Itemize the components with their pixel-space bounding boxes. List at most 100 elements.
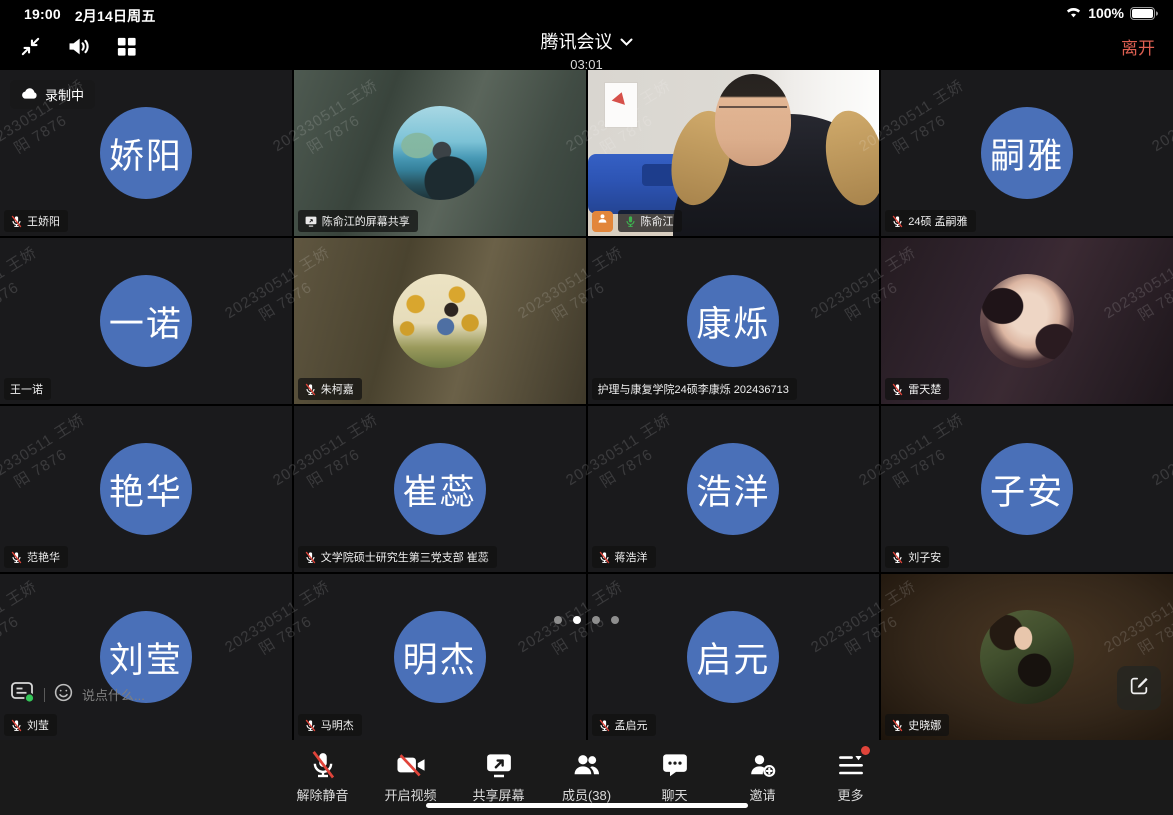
name-label: 刘莹 <box>4 714 57 736</box>
meeting-title-button[interactable]: 腾讯会议 <box>541 28 633 54</box>
participant-label-row: 王一诺 <box>4 378 51 400</box>
recording-badge: 录制中 <box>10 80 95 109</box>
toolbar-members-button[interactable]: 成员(38) <box>558 749 616 804</box>
profile-photo <box>980 274 1074 368</box>
participant-name: 陈俞江的屏幕共享 <box>322 213 410 229</box>
toolbar-chat-button[interactable]: 聊天 <box>646 749 704 804</box>
toolbar-start-video-button[interactable]: 开启视频 <box>382 749 440 804</box>
chat-input-bar[interactable]: 说点什么... <box>10 681 145 708</box>
status-bar: 19:00 2月14日周五 100% <box>0 0 1173 26</box>
recording-label: 录制中 <box>45 85 84 104</box>
host-badge <box>592 211 613 232</box>
participant-name: 马明杰 <box>321 717 354 733</box>
participant-tile[interactable]: 浩洋蒋浩洋 <box>588 406 880 572</box>
mic-off-small-icon <box>304 383 317 396</box>
participant-name: 王一诺 <box>10 381 43 397</box>
participant-name: 24硕 孟嗣雅 <box>908 213 967 229</box>
participant-tile[interactable]: 雷天楚 <box>881 238 1173 404</box>
toolbar-label: 成员(38) <box>562 785 611 804</box>
mic-off-small-icon <box>891 719 904 732</box>
name-label: 王一诺 <box>4 378 51 400</box>
chat-input-placeholder[interactable]: 说点什么... <box>82 685 145 704</box>
mic-off-small-icon <box>891 215 904 228</box>
participant-label-row: 蒋浩洋 <box>592 546 656 568</box>
meeting-title: 腾讯会议 <box>541 28 613 54</box>
participant-label-row: 陈俞江的屏幕共享 <box>298 210 418 232</box>
camera-off-icon <box>395 749 427 781</box>
participant-label-row: 护理与康复学院24硕李康烁 202436713 <box>592 378 797 400</box>
wifi-icon <box>1065 5 1082 21</box>
toolbar-share-screen-button[interactable]: 共享屏幕 <box>470 749 528 804</box>
participant-tile[interactable]: 刘莹刘莹说点什么... <box>0 574 292 740</box>
mic-off-small-icon <box>10 551 23 564</box>
emoji-icon[interactable] <box>53 682 74 708</box>
participant-name: 刘莹 <box>27 717 49 733</box>
avatar: 启元 <box>687 611 779 703</box>
participant-name: 蒋浩洋 <box>615 549 648 565</box>
participant-tile[interactable]: 子安刘子安 <box>881 406 1173 572</box>
cloud-icon <box>21 87 38 102</box>
avatar: 艳华 <box>100 443 192 535</box>
chevron-down-icon <box>620 31 633 52</box>
avatar-text: 嗣雅 <box>990 128 1064 179</box>
avatar: 康烁 <box>687 275 779 367</box>
participant-label-row: 朱柯嘉 <box>298 378 362 400</box>
name-label: 马明杰 <box>298 714 362 736</box>
more-icon <box>835 749 867 781</box>
participant-name: 孟启元 <box>615 717 648 733</box>
name-label: 陈俞江 <box>618 210 682 232</box>
screen-share-small-icon <box>304 215 318 228</box>
meeting-header: 腾讯会议 03:01 离开 <box>0 26 1173 70</box>
participant-label-row: 文学院硕士研究生第三党支部 崔蕊 <box>298 546 497 568</box>
person-glasses <box>719 106 787 124</box>
name-label: 王娇阳 <box>4 210 68 232</box>
participant-tile[interactable]: 崔蕊文学院硕士研究生第三党支部 崔蕊 <box>294 406 586 572</box>
participant-tile[interactable]: 朱柯嘉 <box>294 238 586 404</box>
annotation-button[interactable] <box>1117 666 1161 710</box>
participant-tile[interactable]: 启元孟启元 <box>588 574 880 740</box>
participant-name: 护理与康复学院24硕李康烁 202436713 <box>598 381 789 397</box>
avatar-text: 一诺 <box>109 296 183 347</box>
toolbar-more-button[interactable]: 更多 <box>822 749 880 804</box>
participant-tile[interactable]: 明杰马明杰 <box>294 574 586 740</box>
wall-picture <box>604 82 638 128</box>
danmaku-toggle-icon[interactable] <box>10 681 36 708</box>
participant-tile[interactable]: 史晓娜 <box>881 574 1173 740</box>
mic-off-small-icon <box>598 551 611 564</box>
mic-off-small-icon <box>891 383 904 396</box>
participant-label-row: 雷天楚 <box>885 378 949 400</box>
avatar: 明杰 <box>394 611 486 703</box>
name-label: 文学院硕士研究生第三党支部 崔蕊 <box>298 546 497 568</box>
mic-on-small-icon <box>624 215 637 228</box>
toolbar-label: 聊天 <box>661 785 687 804</box>
participant-label-row: 史晓娜 <box>885 714 949 736</box>
avatar-text: 启元 <box>696 632 770 683</box>
participant-tile[interactable]: 一诺王一诺 <box>0 238 292 404</box>
participant-name: 刘子安 <box>908 549 941 565</box>
name-label: 护理与康复学院24硕李康烁 202436713 <box>592 378 797 400</box>
participant-tile[interactable]: 陈俞江 <box>588 70 880 236</box>
toolbar-invite-button[interactable]: 邀请 <box>734 749 792 804</box>
home-indicator[interactable] <box>426 803 748 808</box>
participant-tile[interactable]: 陈俞江的屏幕共享 <box>294 70 586 236</box>
avatar-text: 浩洋 <box>696 464 770 515</box>
leave-button[interactable]: 离开 <box>1121 34 1155 59</box>
profile-photo <box>980 610 1074 704</box>
participant-tile[interactable]: 嗣雅 24硕 孟嗣雅 <box>881 70 1173 236</box>
battery-percent: 100% <box>1088 5 1124 21</box>
participant-label-row: 范艳华 <box>4 546 68 568</box>
participant-tile[interactable]: 康烁护理与康复学院24硕李康烁 202436713 <box>588 238 880 404</box>
avatar: 崔蕊 <box>394 443 486 535</box>
avatar-text: 明杰 <box>403 632 477 683</box>
avatar-text: 康烁 <box>696 296 770 347</box>
participant-tile[interactable]: 娇阳王娇阳录制中 <box>0 70 292 236</box>
name-label: 孟启元 <box>592 714 656 736</box>
toolbar-label: 共享屏幕 <box>472 785 524 804</box>
mic-off-small-icon <box>10 215 23 228</box>
avatar-text: 崔蕊 <box>403 464 477 515</box>
participant-label-row: 陈俞江 <box>592 210 682 232</box>
toolbar-unmute-button[interactable]: 解除静音 <box>294 749 352 804</box>
participant-name: 朱柯嘉 <box>321 381 354 397</box>
participant-name: 王娇阳 <box>27 213 60 229</box>
participant-tile[interactable]: 艳华范艳华 <box>0 406 292 572</box>
